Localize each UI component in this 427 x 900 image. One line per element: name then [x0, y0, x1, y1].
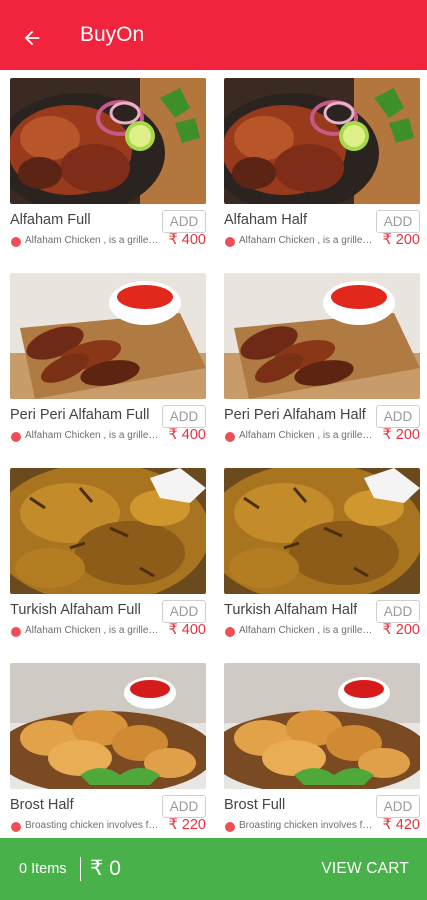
- cart-total: ₹ 0: [90, 857, 121, 880]
- product-card[interactable]: Turkish Alfaham Full ADD Alfaham Chicken…: [10, 460, 206, 644]
- product-price: ₹ 220: [168, 817, 206, 833]
- product-price: ₹ 200: [382, 427, 420, 443]
- product-description: Broasting chicken involves frying: [25, 820, 161, 831]
- product-description: Broasting chicken involves frying: [239, 820, 375, 831]
- product-grid: Alfaham Full ADD Alfaham Chicken , is a …: [0, 70, 427, 838]
- food-type-dot: [225, 627, 235, 637]
- product-description: Alfaham Chicken , is a grilled chicken: [25, 625, 161, 636]
- product-name: Brost Half: [10, 797, 74, 813]
- product-price: ₹ 200: [382, 232, 420, 248]
- cart-divider: [80, 857, 81, 881]
- back-button[interactable]: [12, 20, 52, 56]
- app-bar: BuyOn: [0, 0, 427, 70]
- product-name: Alfaham Full: [10, 212, 91, 228]
- cart-items-count: 0 Items: [19, 861, 67, 877]
- add-button[interactable]: ADD: [376, 210, 420, 233]
- product-price: ₹ 400: [168, 427, 206, 443]
- add-button[interactable]: ADD: [376, 405, 420, 428]
- add-button[interactable]: ADD: [162, 210, 206, 233]
- product-photo: [10, 273, 206, 399]
- product-description: Alfaham Chicken , is a grilled chicken: [25, 430, 161, 441]
- product-card[interactable]: Brost Full ADD Broasting chicken involve…: [224, 655, 420, 838]
- product-name: Brost Full: [224, 797, 286, 813]
- add-button[interactable]: ADD: [376, 795, 420, 818]
- product-photo: [224, 468, 420, 594]
- product-name: Peri Peri Alfaham Half: [224, 407, 366, 423]
- food-type-dot: [11, 237, 21, 247]
- food-type-dot: [225, 822, 235, 832]
- product-card[interactable]: Alfaham Half ADD Alfaham Chicken , is a …: [224, 70, 420, 254]
- product-card[interactable]: Turkish Alfaham Half ADD Alfaham Chicken…: [224, 460, 420, 644]
- view-cart-button[interactable]: VIEW CART: [321, 860, 409, 878]
- product-price: ₹ 200: [382, 622, 420, 638]
- product-card[interactable]: Peri Peri Alfaham Half ADD Alfaham Chick…: [224, 265, 420, 449]
- food-type-dot: [11, 627, 21, 637]
- add-button[interactable]: ADD: [162, 795, 206, 818]
- cart-bar: 0 Items ₹ 0 VIEW CART: [0, 838, 427, 900]
- product-description: Alfaham Chicken , is a grilled chicken: [239, 235, 375, 246]
- product-card[interactable]: Alfaham Full ADD Alfaham Chicken , is a …: [10, 70, 206, 254]
- product-name: Alfaham Half: [224, 212, 308, 228]
- add-button[interactable]: ADD: [162, 405, 206, 428]
- app-title: BuyOn: [80, 23, 145, 46]
- product-price: ₹ 400: [168, 622, 206, 638]
- product-description: Alfaham Chicken , is a grilled chicken: [239, 625, 375, 636]
- product-photo: [224, 273, 420, 399]
- product-name: Peri Peri Alfaham Full: [10, 407, 150, 423]
- product-price: ₹ 400: [168, 232, 206, 248]
- add-button[interactable]: ADD: [162, 600, 206, 623]
- food-type-dot: [225, 432, 235, 442]
- food-type-dot: [11, 822, 21, 832]
- food-type-dot: [225, 237, 235, 247]
- product-name: Turkish Alfaham Half: [224, 602, 358, 618]
- product-description: Alfaham Chicken , is a grilled chicken: [239, 430, 375, 441]
- product-description: Alfaham Chicken , is a grilled chicken: [25, 235, 161, 246]
- product-price: ₹ 420: [382, 817, 420, 833]
- product-card[interactable]: Peri Peri Alfaham Full ADD Alfaham Chick…: [10, 265, 206, 449]
- food-type-dot: [11, 432, 21, 442]
- product-photo: [10, 663, 206, 789]
- product-photo: [10, 78, 206, 204]
- product-photo: [10, 468, 206, 594]
- product-photo: [224, 663, 420, 789]
- product-card[interactable]: Brost Half ADD Broasting chicken involve…: [10, 655, 206, 838]
- product-photo: [224, 78, 420, 204]
- arrow-left-icon: [24, 30, 40, 46]
- add-button[interactable]: ADD: [376, 600, 420, 623]
- product-name: Turkish Alfaham Full: [10, 602, 141, 618]
